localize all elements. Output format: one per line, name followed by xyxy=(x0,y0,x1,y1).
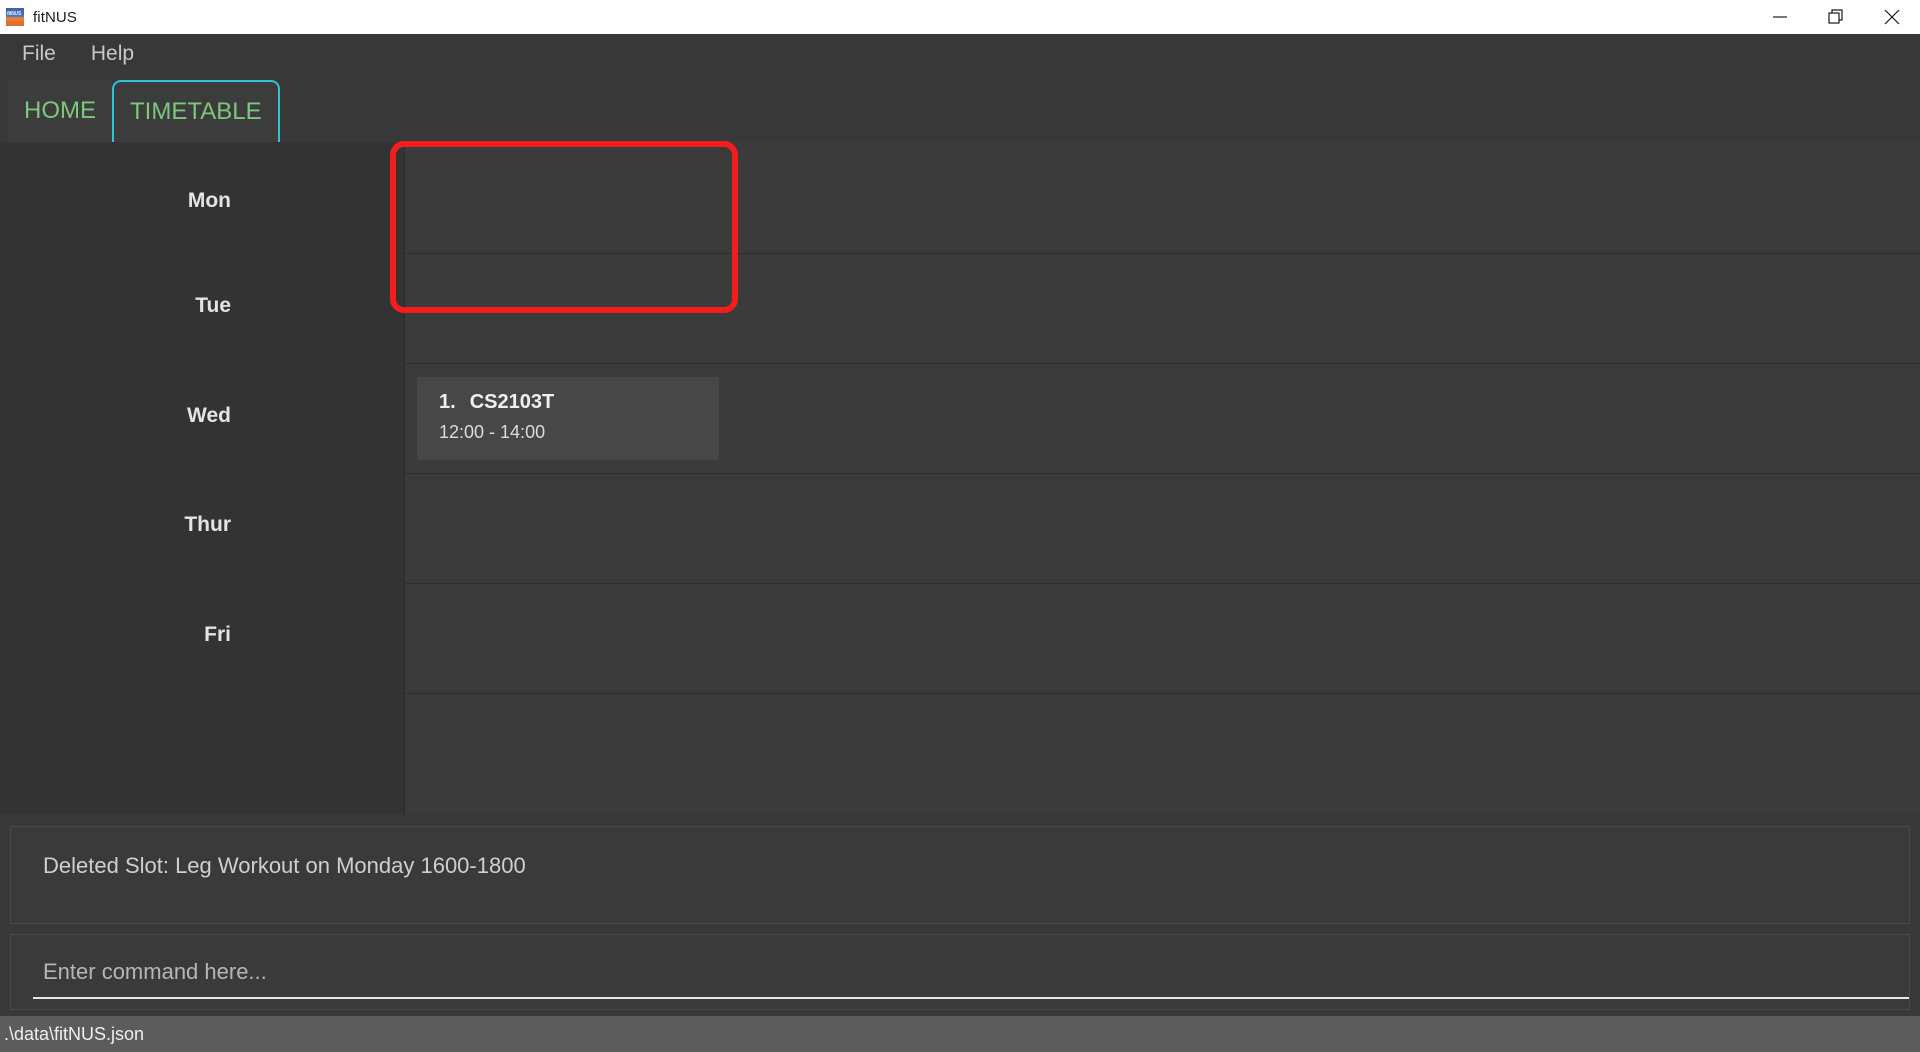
day-label-mon: Mon xyxy=(187,189,231,212)
window-title: fitNUS xyxy=(33,8,77,26)
timetable-slot-card[interactable]: 1. CS2103T 12:00 - 14:00 xyxy=(417,377,719,460)
tab-timetable-label: TIMETABLE xyxy=(130,98,262,125)
timetable-row-tue[interactable] xyxy=(405,254,1920,364)
slot-title: 1. CS2103T xyxy=(439,391,699,414)
timetable-row-fri[interactable] xyxy=(405,584,1920,694)
fitnus-logo-icon xyxy=(6,8,24,26)
day-label-wed: Wed xyxy=(187,404,231,427)
tab-bar: HOME TIMETABLE xyxy=(0,72,1920,149)
restore-button[interactable] xyxy=(1808,0,1864,34)
day-label-thur: Thur xyxy=(184,513,231,536)
timetable-row-thur[interactable] xyxy=(405,474,1920,584)
timetable-row-mon[interactable] xyxy=(405,142,1920,254)
result-display-box: Deleted Slot: Leg Workout on Monday 1600… xyxy=(10,826,1910,924)
result-text: Deleted Slot: Leg Workout on Monday 1600… xyxy=(43,853,526,878)
timetable-row-wed[interactable]: 1. CS2103T 12:00 - 14:00 xyxy=(405,364,1920,474)
command-placeholder: Enter command here... xyxy=(43,959,267,984)
menu-file[interactable]: File xyxy=(22,43,56,64)
timetable-grid: 1. CS2103T 12:00 - 14:00 xyxy=(404,142,1920,814)
app-body: File Help HOME TIMETABLE Mon Tue Wed Thu… xyxy=(0,34,1920,1052)
day-label-tue: Tue xyxy=(195,294,231,317)
save-location-path: .\data\fitNUS.json xyxy=(4,1023,145,1044)
tab-home[interactable]: HOME xyxy=(8,80,112,149)
command-box[interactable]: Enter command here... xyxy=(10,934,1910,1010)
slot-time: 12:00 - 14:00 xyxy=(439,422,546,442)
menu-bar: File Help xyxy=(0,34,1920,72)
slot-index: 1. xyxy=(439,391,456,413)
day-label-column: Mon Tue Wed Thur Fri xyxy=(0,142,404,814)
tab-home-label: HOME xyxy=(24,97,96,124)
slot-name: CS2103T xyxy=(469,391,555,413)
tab-timetable[interactable]: TIMETABLE xyxy=(112,80,280,149)
menu-help[interactable]: Help xyxy=(91,43,134,64)
minimize-button[interactable] xyxy=(1752,0,1808,34)
status-bar-footer: .\data\fitNUS.json xyxy=(0,1016,1920,1052)
window-titlebar: fitNUS xyxy=(0,0,1920,34)
command-input[interactable]: Enter command here... xyxy=(33,947,1909,999)
timetable-panel: Mon Tue Wed Thur Fri 1. CS2103T 12:00 - 1… xyxy=(0,142,1920,814)
day-label-fri: Fri xyxy=(204,623,231,646)
window-controls xyxy=(1752,0,1920,34)
close-button[interactable] xyxy=(1864,0,1920,34)
